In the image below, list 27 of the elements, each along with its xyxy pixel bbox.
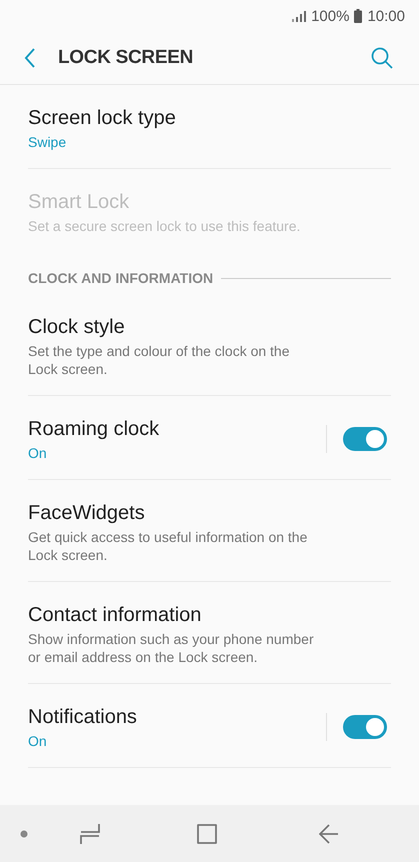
setting-value: Swipe — [28, 133, 68, 151]
section-header: CLOCK AND INFORMATION — [28, 270, 214, 286]
toggle-switch[interactable] — [343, 715, 387, 739]
clock: 10:00 — [367, 8, 405, 24]
signal-icon — [292, 10, 306, 22]
battery-percentage: 100% — [311, 8, 350, 24]
home-icon[interactable] — [196, 824, 217, 844]
dot-icon[interactable] — [20, 830, 28, 838]
search-icon[interactable] — [371, 47, 393, 69]
setting-title[interactable]: Clock style — [28, 314, 391, 340]
setting-description: Get quick access to useful information on the Lock screen. — [28, 528, 308, 564]
setting-title[interactable]: Roaming clock — [28, 416, 316, 442]
setting-title[interactable]: FaceWidgets — [28, 500, 391, 526]
setting-description: Set a secure screen lock to use this feature. — [28, 217, 302, 235]
setting-title[interactable]: Contact information — [28, 602, 391, 628]
battery-icon — [354, 9, 362, 23]
back-icon[interactable] — [318, 824, 339, 844]
setting-title[interactable]: Screen lock type — [28, 105, 391, 131]
setting-value: On — [28, 732, 48, 750]
recent-apps-icon[interactable] — [80, 822, 100, 844]
setting-description: Show information such as your phone number or email address on the Lock screen. — [28, 630, 315, 666]
setting-description: Set the type and colour of the clock on the Lock screen. — [28, 342, 291, 378]
back-icon[interactable] — [24, 48, 36, 68]
setting-title[interactable]: Notifications — [28, 704, 316, 730]
screen-title: LOCK SCREEN — [58, 47, 194, 69]
toggle-switch[interactable] — [343, 427, 387, 451]
setting-value: On — [28, 444, 48, 462]
